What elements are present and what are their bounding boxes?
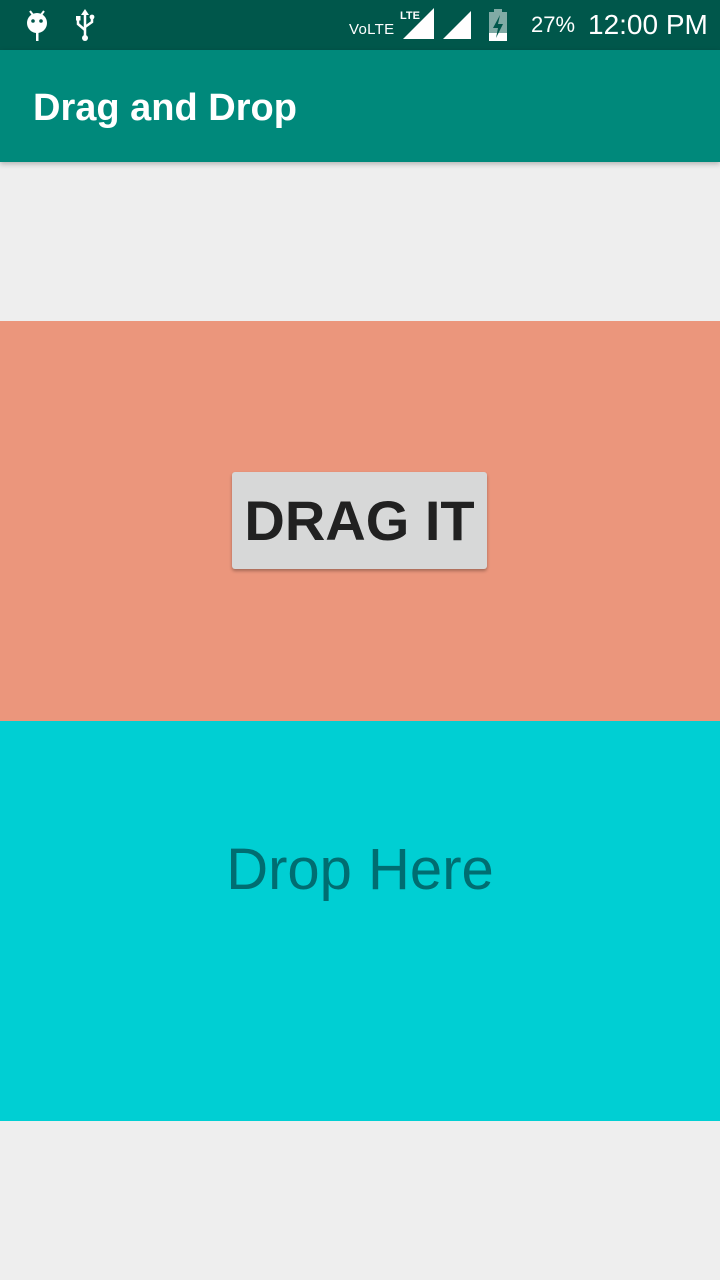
android-debug-icon (22, 8, 52, 42)
lte-signal-icon: LTE (400, 8, 436, 42)
volte-indicator: VoLTE (349, 21, 395, 38)
app-bar: Drag and Drop (0, 50, 720, 162)
battery-percentage: 27% (531, 12, 576, 37)
signal-strength-icon (440, 8, 474, 42)
svg-text:LTE: LTE (400, 10, 420, 22)
page-title: Drag and Drop (33, 87, 297, 129)
clock: 12:00 PM (588, 9, 708, 40)
usb-icon (70, 8, 100, 42)
drag-it-button[interactable]: DRAG IT (232, 472, 487, 569)
drop-here-label: Drop Here (226, 837, 494, 902)
battery-charging-icon (484, 8, 512, 42)
drop-zone[interactable] (0, 721, 720, 1121)
status-bar: VoLTE LTE 27% 12:00 PM (0, 0, 720, 50)
